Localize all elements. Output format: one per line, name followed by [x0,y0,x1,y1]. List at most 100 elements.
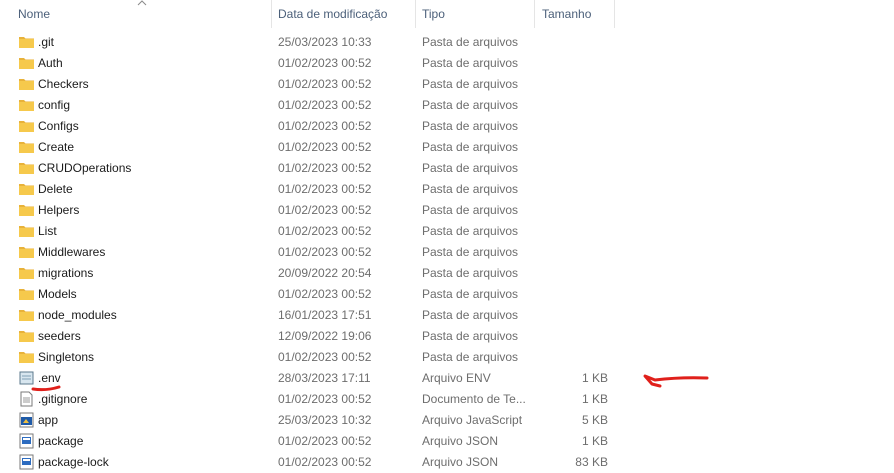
file-date-modified: 01/02/2023 00:52 [278,56,372,70]
file-type: Pasta de arquivos [422,266,519,280]
file-date-modified: 01/02/2023 00:52 [278,434,372,448]
file-date-modified: 01/02/2023 00:52 [278,182,372,196]
file-name: Create [38,140,75,154]
folder-icon [18,160,35,176]
file-name: migrations [38,266,94,280]
file-size: 1 KB [581,371,608,385]
column-divider[interactable] [271,0,272,28]
file-type: Pasta de arquivos [422,350,519,364]
file-name: List [38,224,57,238]
file-type: Pasta de arquivos [422,182,519,196]
column-header-date[interactable]: Data de modificação [278,0,387,28]
file-row[interactable]: Delete 01/02/2023 00:52 Pasta de arquivos [0,179,894,200]
file-size [540,137,608,158]
file-size: 1 KB [581,434,608,448]
file-row[interactable]: node_modules 16/01/2023 17:51 Pasta de arq… [0,305,894,326]
file-row[interactable]: .gitignore 01/02/2023 00:52 Documento de T… [0,389,894,410]
file-size [540,347,608,368]
file-row[interactable]: Middlewares 01/02/2023 00:52 Pasta de arqu… [0,242,894,263]
folder-icon [18,181,35,197]
file-date-modified: 01/02/2023 00:52 [278,287,372,301]
file-size [540,32,608,53]
file-type: Arquivo JSON [422,434,499,448]
file-type: Pasta de arquivos [422,161,519,175]
folder-icon [18,223,35,239]
file-type: Pasta de arquivos [422,224,519,238]
column-header: Nome Data de modificação Tipo Tamanho [0,0,894,28]
file-date-modified: 01/02/2023 00:52 [278,350,372,364]
file-row[interactable]: Auth 01/02/2023 00:52 Pasta de arquivos [0,53,894,74]
file-name: Models [38,287,77,301]
file-size [540,305,608,326]
text-file-icon [18,391,35,407]
folder-icon [18,202,35,218]
file-name: Configs [38,119,79,133]
file-row[interactable]: .git 25/03/2023 10:33 Pasta de arquivos [0,32,894,53]
file-date-modified: 16/01/2023 17:51 [278,308,372,322]
file-type: Pasta de arquivos [422,245,519,259]
column-header-name[interactable]: Nome [18,0,50,28]
file-row[interactable]: seeders 12/09/2022 19:06 Pasta de arquivos [0,326,894,347]
folder-icon [18,307,35,323]
file-type: Pasta de arquivos [422,140,519,154]
folder-icon [18,118,35,134]
file-name: Checkers [38,77,89,91]
file-row[interactable]: Configs 01/02/2023 00:52 Pasta de arquivos [0,116,894,137]
column-divider[interactable] [534,0,535,28]
folder-icon [18,76,35,92]
file-date-modified: 01/02/2023 00:52 [278,98,372,112]
column-header-type[interactable]: Tipo [422,0,445,28]
file-row[interactable]: Helpers 01/02/2023 00:52 Pasta de arquivos [0,200,894,221]
file-date-modified: 01/02/2023 00:52 [278,119,372,133]
file-type: Pasta de arquivos [422,287,519,301]
file-row[interactable]: app 25/03/2023 10:32 Arquivo JavaScript 5 K… [0,410,894,431]
file-size: 5 KB [581,413,608,427]
column-divider[interactable] [614,0,615,28]
file-name: Auth [38,56,63,70]
file-row[interactable]: config 01/02/2023 00:52 Pasta de arquivos [0,95,894,116]
folder-icon [18,286,35,302]
file-row[interactable]: Models 01/02/2023 00:52 Pasta de arquivos [0,284,894,305]
file-size [540,326,608,347]
file-size [540,179,608,200]
column-divider[interactable] [415,0,416,28]
file-name: .gitignore [38,392,88,406]
file-row[interactable]: Singletons 01/02/2023 00:52 Pasta de arqui… [0,347,894,368]
file-row[interactable]: .env 28/03/2023 17:11 Arquivo ENV 1 KB [0,368,894,389]
file-name: node_modules [38,308,117,322]
file-size [540,200,608,221]
file-name: config [38,98,71,112]
file-name: CRUDOperations [38,161,132,175]
file-date-modified: 01/02/2023 00:52 [278,245,372,259]
file-row[interactable]: migrations 20/09/2022 20:54 Pasta de arqui… [0,263,894,284]
file-row[interactable]: List 01/02/2023 00:52 Pasta de arquivos [0,221,894,242]
folder-icon [18,265,35,281]
folder-icon [18,328,35,344]
column-header-size[interactable]: Tamanho [542,0,591,28]
file-row[interactable]: CRUDOperations 01/02/2023 00:52 Pasta de a… [0,158,894,179]
file-row[interactable]: package 01/02/2023 00:52 Arquivo JSON 1 KB [0,431,894,452]
file-name: .env [38,371,61,385]
file-type: Pasta de arquivos [422,203,519,217]
file-date-modified: 28/03/2023 17:11 [278,371,371,385]
file-type: Pasta de arquivos [422,77,519,91]
file-name: Helpers [38,203,80,217]
file-date-modified: 20/09/2022 20:54 [278,266,372,280]
file-type: Pasta de arquivos [422,119,519,133]
sort-ascending-icon [137,0,147,6]
file-size [540,221,608,242]
file-type: Pasta de arquivos [422,35,519,49]
file-type: Pasta de arquivos [422,98,519,112]
file-row[interactable]: Create 01/02/2023 00:52 Pasta de arquivos [0,137,894,158]
file-type: Pasta de arquivos [422,56,519,70]
file-date-modified: 25/03/2023 10:33 [278,35,372,49]
json-file-icon [18,433,35,449]
file-date-modified: 01/02/2023 00:52 [278,77,372,91]
file-size [540,95,608,116]
file-type: Arquivo JavaScript [422,413,523,427]
file-row[interactable]: Checkers 01/02/2023 00:52 Pasta de arquivo… [0,74,894,95]
file-name: package [38,434,84,448]
file-size [540,158,608,179]
env-file-icon [18,370,35,386]
folder-icon [18,244,35,260]
